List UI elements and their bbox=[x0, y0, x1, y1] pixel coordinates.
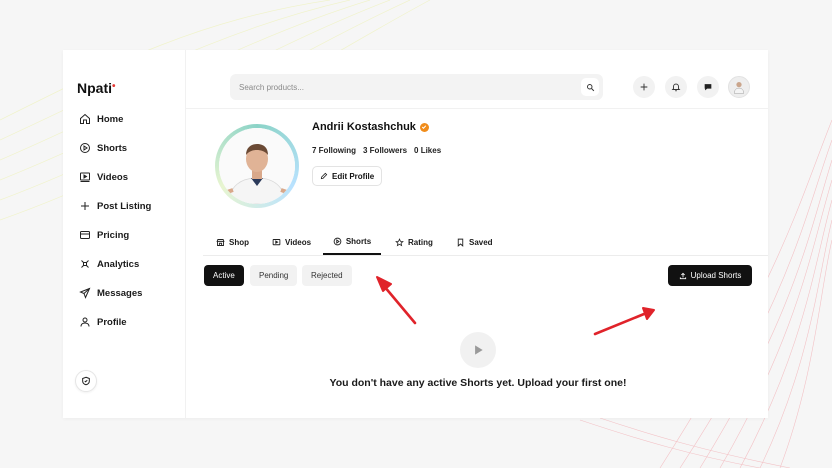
empty-state-play-icon bbox=[460, 332, 496, 368]
tab-shorts[interactable]: Shorts bbox=[323, 230, 381, 255]
notifications-button[interactable] bbox=[665, 76, 687, 98]
play-circle-icon bbox=[80, 143, 90, 153]
analytics-icon bbox=[81, 260, 89, 268]
bell-icon bbox=[671, 83, 681, 92]
upload-icon bbox=[679, 272, 686, 279]
profile-stats: 7 Following 3 Followers 0 Likes bbox=[312, 146, 441, 155]
sidebar-item-label: Post Listing bbox=[97, 200, 152, 212]
upload-label: Upload Shorts bbox=[690, 271, 742, 280]
upload-shorts-button[interactable]: Upload Shorts bbox=[668, 265, 752, 286]
tab-saved[interactable]: Saved bbox=[456, 230, 493, 255]
sidebar: Npati• Home Shorts Videos Post Listing P… bbox=[63, 50, 185, 418]
shop-icon bbox=[216, 239, 225, 246]
sidebar-item-pricing[interactable]: Pricing bbox=[79, 226, 129, 244]
user-icon bbox=[80, 317, 90, 327]
sidebar-item-post-listing[interactable]: Post Listing bbox=[79, 197, 151, 215]
sidebar-item-label: Messages bbox=[97, 287, 143, 299]
plus-icon bbox=[640, 83, 648, 91]
shield-check-icon bbox=[82, 376, 90, 386]
empty-state-message: You don't have any active Shorts yet. Up… bbox=[329, 377, 627, 389]
tab-shop[interactable]: Shop bbox=[216, 230, 249, 255]
card-icon bbox=[80, 231, 90, 239]
pencil-icon bbox=[320, 172, 328, 180]
shield-button[interactable] bbox=[75, 370, 97, 392]
logo-text: Npati bbox=[77, 80, 112, 96]
tab-label: Shorts bbox=[345, 237, 372, 246]
sidebar-divider bbox=[185, 50, 186, 418]
home-icon bbox=[80, 113, 90, 124]
play-circle-icon bbox=[333, 237, 342, 246]
edit-profile-label: Edit Profile bbox=[332, 171, 375, 181]
sidebar-item-label: Analytics bbox=[97, 258, 140, 270]
sidebar-item-shorts[interactable]: Shorts bbox=[79, 139, 127, 157]
chat-button[interactable] bbox=[697, 76, 719, 98]
bookmark-icon bbox=[457, 238, 464, 247]
filter-active[interactable]: Active bbox=[204, 265, 244, 286]
tab-rating[interactable]: Rating bbox=[395, 230, 433, 255]
profile-tabs: Shop Videos Shorts Rating Saved bbox=[203, 230, 768, 256]
tab-label: Videos bbox=[285, 238, 312, 247]
tab-videos[interactable]: Videos bbox=[272, 230, 311, 255]
edit-profile-button[interactable]: Edit Profile bbox=[312, 166, 383, 186]
avatar-icon bbox=[734, 82, 744, 94]
star-icon bbox=[395, 238, 404, 247]
sidebar-item-label: Pricing bbox=[97, 229, 130, 241]
sidebar-item-label: Videos bbox=[97, 171, 128, 183]
search-input[interactable] bbox=[239, 80, 559, 94]
sidebar-item-analytics[interactable]: Analytics bbox=[79, 255, 139, 273]
person-photo bbox=[219, 128, 295, 204]
tab-label: Shop bbox=[229, 238, 249, 247]
profile-name-text: Andrii Kostashchuk bbox=[312, 121, 416, 133]
followers-count[interactable]: 3 Followers bbox=[363, 146, 407, 155]
sidebar-item-videos[interactable]: Videos bbox=[79, 168, 128, 186]
app-window: Npati• Home Shorts Videos Post Listing P… bbox=[63, 50, 768, 418]
sidebar-item-label: Profile bbox=[97, 316, 127, 328]
chat-icon bbox=[704, 84, 712, 91]
search-icon bbox=[586, 83, 594, 91]
sidebar-item-home[interactable]: Home bbox=[79, 110, 123, 128]
filter-label: Rejected bbox=[311, 271, 343, 280]
following-count[interactable]: 7 Following bbox=[312, 146, 356, 155]
profile-name: Andrii Kostashchuk bbox=[312, 121, 429, 133]
sidebar-item-label: Shorts bbox=[97, 142, 128, 154]
tab-label: Saved bbox=[469, 238, 493, 247]
filter-label: Active bbox=[213, 271, 235, 280]
filter-rejected[interactable]: Rejected bbox=[302, 265, 352, 286]
header-divider bbox=[185, 108, 768, 109]
sidebar-item-profile[interactable]: Profile bbox=[79, 313, 127, 331]
profile-avatar[interactable] bbox=[215, 124, 299, 208]
plus-icon bbox=[81, 202, 89, 210]
likes-count: 0 Likes bbox=[414, 146, 442, 155]
filter-pending[interactable]: Pending bbox=[250, 265, 298, 286]
profile-photo bbox=[219, 128, 295, 204]
verified-badge-icon bbox=[419, 122, 429, 132]
video-icon bbox=[272, 239, 281, 246]
tab-label: Rating bbox=[408, 238, 433, 247]
search-button[interactable] bbox=[581, 78, 599, 96]
send-icon bbox=[79, 287, 91, 299]
user-avatar[interactable] bbox=[728, 76, 750, 98]
logo-dot: • bbox=[112, 81, 116, 92]
video-icon bbox=[80, 172, 90, 182]
filter-label: Pending bbox=[259, 271, 289, 280]
add-button[interactable] bbox=[633, 76, 655, 98]
logo[interactable]: Npati• bbox=[77, 80, 116, 96]
search-bar[interactable] bbox=[230, 74, 603, 100]
sidebar-item-messages[interactable]: Messages bbox=[79, 284, 142, 302]
sidebar-item-label: Home bbox=[97, 113, 124, 125]
